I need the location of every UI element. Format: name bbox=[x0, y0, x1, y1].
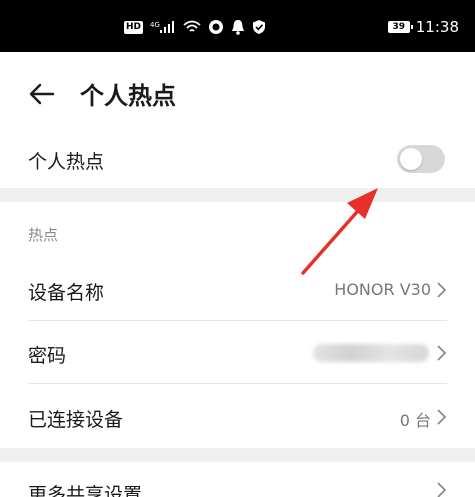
hd-icon: HD bbox=[124, 20, 144, 34]
wifi-icon bbox=[183, 20, 201, 34]
chevron-right-icon bbox=[437, 409, 447, 425]
shield-check-icon bbox=[252, 19, 266, 35]
connected-devices-label: 已连接设备 bbox=[28, 409, 124, 431]
password-value-blurred bbox=[313, 344, 429, 362]
battery-icon: 39 bbox=[387, 21, 413, 33]
device-name-label: 设备名称 bbox=[28, 282, 105, 304]
more-sharing-settings-row[interactable]: 更多共享设置 bbox=[0, 462, 475, 497]
chevron-right-icon bbox=[437, 282, 447, 298]
section-header: 热点 bbox=[28, 226, 59, 244]
password-label: 密码 bbox=[28, 345, 67, 367]
signal-icon: 4G bbox=[150, 20, 176, 34]
chevron-right-icon bbox=[437, 482, 447, 497]
app-icon bbox=[208, 19, 224, 35]
signal-label: 4G bbox=[150, 21, 160, 29]
password-row[interactable]: 密码 bbox=[0, 321, 475, 383]
arrow-left-icon bbox=[29, 83, 55, 105]
clock: 11:38 bbox=[415, 18, 459, 36]
hotspot-toggle-label: 个人热点 bbox=[28, 151, 105, 173]
back-button[interactable] bbox=[22, 74, 62, 114]
section-separator bbox=[0, 188, 475, 202]
device-name-row[interactable]: 设备名称 HONOR V30 bbox=[0, 258, 475, 320]
switch-knob bbox=[400, 148, 422, 170]
title-bar: 个人热点 bbox=[0, 52, 475, 132]
more-sharing-settings-label: 更多共享设置 bbox=[28, 484, 143, 497]
hotspot-toggle-row[interactable]: 个人热点 bbox=[0, 132, 475, 188]
status-right: 39 11:38 bbox=[387, 16, 459, 38]
page-title: 个人热点 bbox=[80, 82, 176, 110]
chevron-right-icon bbox=[437, 345, 447, 361]
status-bar: HD 4G 39 11:38 bbox=[0, 0, 475, 52]
section-separator bbox=[0, 448, 475, 462]
notification-bell-icon bbox=[231, 19, 245, 35]
device-name-value: HONOR V30 bbox=[334, 280, 431, 299]
connected-devices-row[interactable]: 已连接设备 0 台 bbox=[0, 384, 475, 448]
hotspot-switch[interactable] bbox=[397, 145, 445, 173]
connected-devices-value: 0 台 bbox=[399, 411, 431, 430]
status-icons: HD 4G bbox=[124, 16, 266, 38]
